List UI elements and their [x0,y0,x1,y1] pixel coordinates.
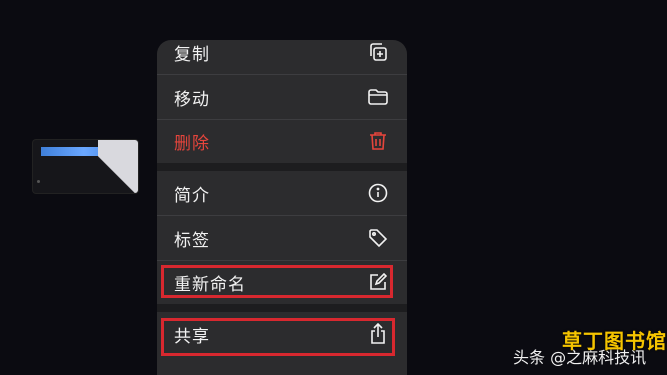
menu-item-label: 标签 [174,230,210,251]
menu-item-label: 简介 [174,185,210,206]
share-highlight-box [161,318,395,356]
duplicate-icon [367,41,389,63]
menu-item-duplicate[interactable]: 复制 [157,40,407,74]
file-thumbnail[interactable] [33,140,138,193]
thumbnail-corner [98,140,138,193]
watermark-stamp: 草丁图书馆 [562,329,667,353]
menu-item-label: 移动 [174,89,210,110]
folder-icon [367,86,389,108]
menu-item-label: 复制 [174,44,210,65]
menu-group-gap [157,304,407,312]
thumbnail-dot [37,180,40,183]
info-icon [367,182,389,204]
menu-item-info[interactable]: 简介 [157,171,407,215]
menu-item-move[interactable]: 移动 [157,75,407,119]
tag-icon [367,227,389,249]
rename-highlight-box [161,265,393,298]
menu-item-delete[interactable]: 删除 [157,119,407,163]
menu-item-label: 删除 [174,133,210,154]
trash-icon [367,130,389,152]
menu-group-gap [157,163,407,171]
menu-item-tags[interactable]: 标签 [157,216,407,260]
